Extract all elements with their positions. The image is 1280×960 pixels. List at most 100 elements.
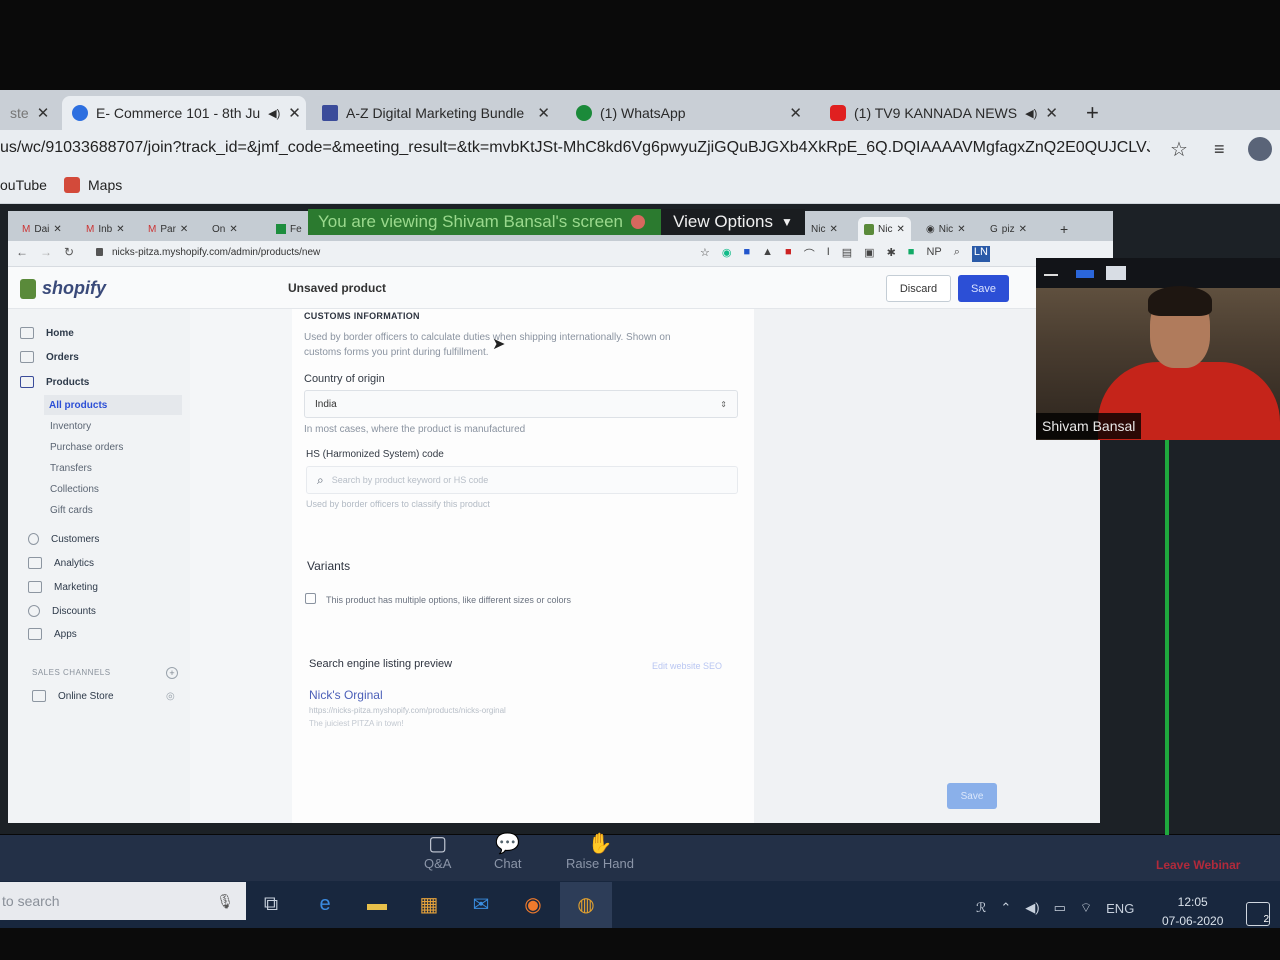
extension-label-np[interactable]: NP	[926, 246, 941, 262]
wifi-icon[interactable]: ⌔	[1080, 900, 1092, 916]
sidebar-item-orders[interactable]: Orders	[20, 351, 79, 363]
inner-tab-nic-active[interactable]: Nic ✕	[858, 217, 911, 241]
video-layout-icon[interactable]	[1076, 270, 1094, 278]
save-button[interactable]: Save	[958, 275, 1009, 302]
multiple-options-checkbox[interactable]	[305, 593, 316, 604]
close-icon[interactable]: ✕	[896, 224, 904, 235]
notification-icon[interactable]: 2	[1246, 902, 1270, 926]
extension-label-i[interactable]: I	[827, 246, 830, 262]
star-icon[interactable]: ☆	[700, 246, 710, 262]
sidebar-item-analytics[interactable]: Analytics	[28, 557, 94, 569]
close-icon[interactable]: ✕	[1045, 104, 1058, 122]
clock[interactable]: 12:05 07-06-2020	[1162, 893, 1223, 931]
raise-hand-button[interactable]: ✋ Raise Hand	[566, 832, 634, 872]
sidebar-item-products[interactable]: Products	[20, 376, 89, 388]
inner-tab-gmail-2[interactable]: M Par ✕	[142, 217, 194, 241]
eye-icon[interactable]: ◎	[166, 691, 175, 702]
bookmark-youtube[interactable]: ouTube	[0, 177, 47, 193]
inner-tab-google[interactable]: Gpiz ✕	[984, 217, 1033, 241]
mail-icon[interactable]: ✉	[468, 891, 494, 917]
language-indicator[interactable]: ENG	[1106, 901, 1134, 916]
firefox-icon[interactable]: ◉	[520, 891, 546, 917]
close-icon[interactable]: ✕	[229, 224, 237, 235]
star-icon[interactable]: ☆	[1170, 137, 1188, 162]
outer-tab-teams[interactable]: ste ✕	[0, 96, 58, 130]
view-options-button[interactable]: View Options ▼	[661, 209, 805, 235]
close-icon[interactable]: ✕	[116, 224, 124, 235]
close-icon[interactable]: ✕	[53, 224, 61, 235]
drive-icon[interactable]: ▲	[762, 246, 773, 262]
reload-icon[interactable]: ↻	[64, 245, 74, 259]
close-icon[interactable]: ✕	[537, 104, 550, 122]
inner-tab-nic-3[interactable]: ◉ Nic ✕	[920, 217, 972, 241]
outer-tab-whatsapp[interactable]: (1) WhatsApp ✕	[566, 96, 812, 130]
outer-tab-bundle[interactable]: A-Z Digital Marketing Bundle ✕	[312, 96, 560, 130]
sidebar-item-apps[interactable]: Apps	[28, 628, 77, 640]
close-icon[interactable]: ✕	[829, 224, 837, 235]
forward-icon[interactable]: →	[40, 245, 52, 259]
store-icon[interactable]: ▦	[416, 891, 442, 917]
sidebar-item-online-store[interactable]: Online Store	[32, 690, 114, 702]
bottom-save-button[interactable]: Save	[947, 783, 997, 809]
extension-icon[interactable]: ▤	[842, 246, 852, 262]
close-icon[interactable]: ✕	[180, 224, 188, 235]
sidebar-item-inventory[interactable]: Inventory	[50, 421, 91, 432]
inner-tab-inbox[interactable]: M Inb ✕	[80, 217, 131, 241]
sidebar-item-collections[interactable]: Collections	[50, 484, 99, 495]
microphone-icon[interactable]: 🎙	[216, 893, 234, 910]
sidebar-item-discounts[interactable]: Discounts	[28, 605, 96, 617]
back-icon[interactable]: ←	[16, 245, 28, 259]
close-icon[interactable]: ✕	[37, 104, 50, 122]
extension-icon[interactable]: ■	[743, 246, 750, 262]
shopify-logo[interactable]: shopify	[20, 278, 106, 299]
chrome-icon[interactable]: ◍	[573, 891, 599, 917]
extension-icon[interactable]: ■	[908, 246, 915, 262]
close-icon[interactable]: ✕	[789, 104, 802, 122]
outer-tab-zoom[interactable]: E- Commerce 101 - 8th Ju ◀) ✕	[62, 96, 306, 130]
sidebar-item-customers[interactable]: Customers	[28, 533, 99, 545]
file-explorer-icon[interactable]: ▬	[364, 891, 390, 917]
playlist-icon[interactable]: ≡	[1214, 139, 1225, 160]
extension-icon[interactable]: ⌒	[804, 246, 815, 262]
battery-icon[interactable]: ▭	[1054, 900, 1066, 916]
sidebar-item-home[interactable]: Home	[20, 327, 74, 339]
edge-icon[interactable]: e	[312, 891, 338, 917]
bookmark-maps[interactable]: Maps	[64, 177, 122, 193]
close-icon[interactable]: ✕	[288, 104, 301, 122]
extension-icon[interactable]: ◉	[722, 246, 732, 262]
discard-button[interactable]: Discard	[886, 275, 951, 302]
outer-url-field[interactable]: us/wc/91033688707/join?track_id=&jmf_cod…	[0, 139, 1150, 157]
close-icon[interactable]: ✕	[957, 224, 965, 235]
sidebar-item-all-products[interactable]: All products	[49, 400, 107, 411]
minimize-icon[interactable]	[1044, 274, 1058, 276]
search-icon[interactable]: ⌕	[954, 246, 960, 262]
chevron-up-icon[interactable]: ⌃	[1000, 900, 1011, 916]
inner-tab-gmail[interactable]: M Dai ✕	[16, 217, 68, 241]
extension-icon[interactable]: ■	[785, 246, 792, 262]
add-sales-channel-button[interactable]: +	[166, 667, 178, 679]
inner-url-field[interactable]: nicks-pitza.myshopify.com/admin/products…	[112, 247, 320, 258]
leave-webinar-button[interactable]: Leave Webinar	[1156, 858, 1240, 872]
extension-icon[interactable]: ✱	[887, 246, 896, 262]
sidebar-item-transfers[interactable]: Transfers	[50, 463, 92, 474]
volume-icon[interactable]: ◀)	[1025, 900, 1039, 916]
close-icon[interactable]: ✕	[1019, 224, 1027, 235]
avatar[interactable]	[1248, 137, 1272, 161]
sidebar-item-marketing[interactable]: Marketing	[28, 581, 98, 593]
extension-label-ln[interactable]: LN	[971, 246, 990, 262]
sidebar-item-purchase-orders[interactable]: Purchase orders	[50, 442, 123, 453]
taskbar-search-input[interactable]: to search 🎙	[0, 882, 246, 920]
chat-button[interactable]: 💬 Chat	[494, 832, 521, 872]
qa-button[interactable]: ▢ Q&A	[424, 832, 451, 872]
hs-code-search-input[interactable]: ⌕ Search by product keyword or HS code	[306, 466, 738, 494]
new-tab-button[interactable]: +	[1076, 96, 1116, 130]
inner-tab-on[interactable]: On ✕	[206, 217, 244, 241]
sidebar-item-gift-cards[interactable]: Gift cards	[50, 505, 93, 516]
country-select[interactable]: India ⇕	[304, 390, 738, 418]
video-layout-icon[interactable]	[1106, 266, 1126, 280]
task-view-icon[interactable]: ⧉	[258, 891, 284, 917]
people-icon[interactable]: ℛ	[976, 900, 986, 916]
extension-icon[interactable]: ▣	[864, 246, 874, 262]
outer-tab-youtube[interactable]: (1) TV9 KANNADA NEWS ◀) ✕	[820, 96, 1068, 130]
edit-seo-link[interactable]: Edit website SEO	[652, 661, 722, 671]
